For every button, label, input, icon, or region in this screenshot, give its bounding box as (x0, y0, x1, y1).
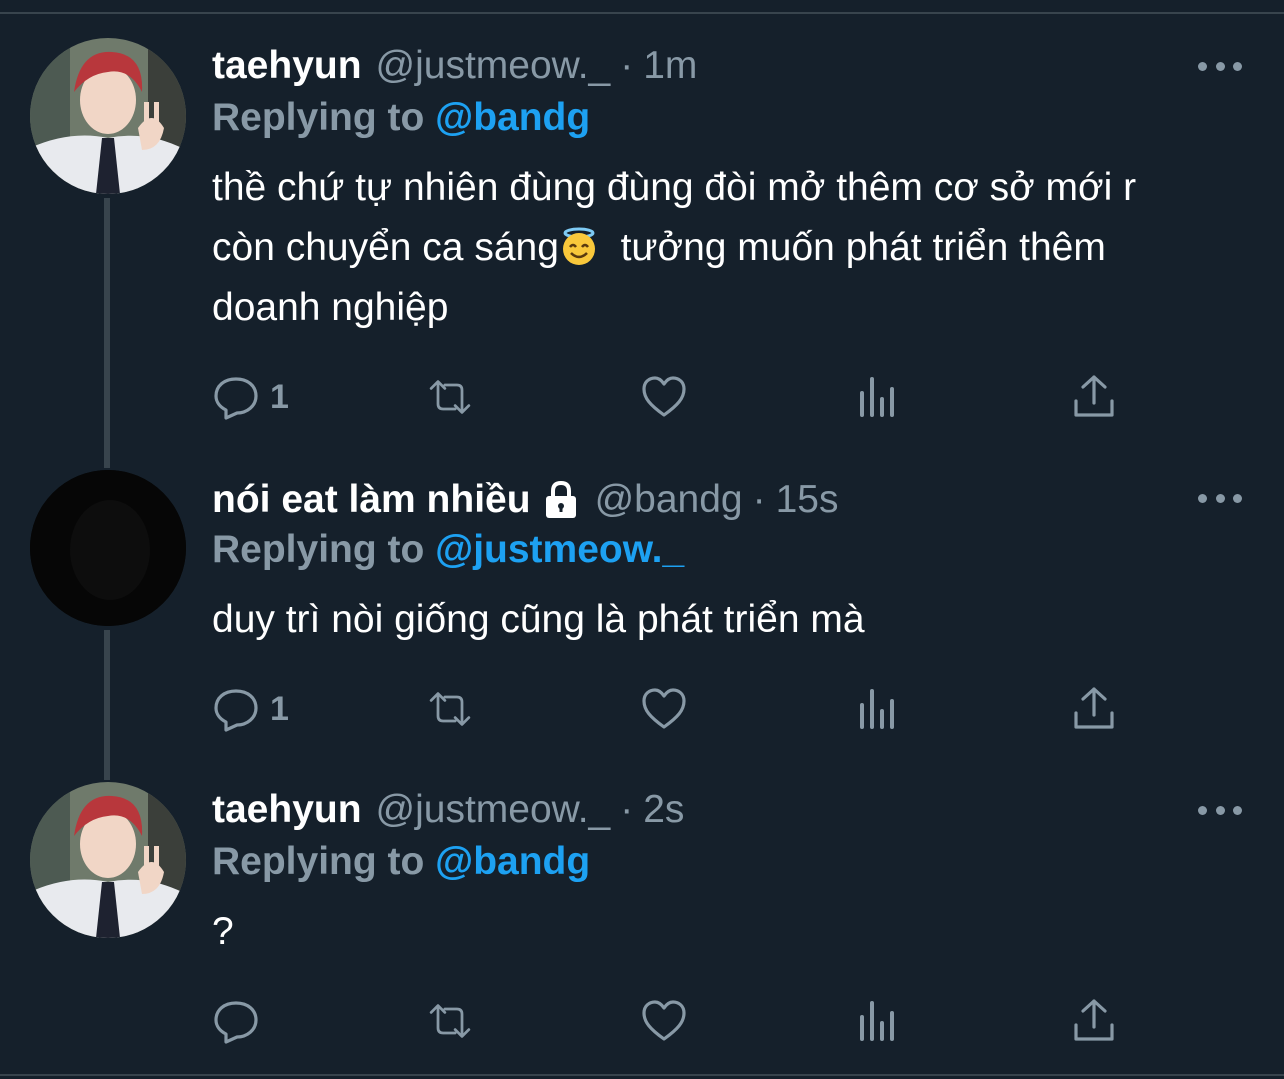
retweet-icon (429, 692, 471, 726)
smiling-face-with-halo-icon (562, 227, 595, 265)
tweet-text: ? (212, 910, 234, 953)
display-name[interactable]: nói eat làm nhiều (212, 478, 531, 522)
tweet-actions (212, 996, 1132, 1046)
reply-button[interactable]: 1 (212, 372, 289, 422)
retweet-button[interactable] (426, 372, 474, 422)
retweet-button[interactable] (426, 684, 474, 734)
user-handle[interactable]: @justmeow._ (376, 788, 611, 832)
mention-link[interactable]: @justmeow._ (435, 528, 684, 571)
bottom-divider (0, 1074, 1284, 1076)
more-options-icon[interactable] (1198, 803, 1242, 817)
replying-to: Replying to @bandg (212, 96, 590, 140)
reply-count: 1 (270, 377, 289, 416)
share-button[interactable] (1070, 372, 1118, 422)
analytics-button[interactable] (854, 372, 902, 422)
share-button[interactable] (1070, 684, 1118, 734)
share-button[interactable] (1070, 996, 1118, 1046)
tweet-header: nói eat làm nhiều @bandg · 15s (212, 474, 839, 526)
timestamp[interactable]: 15s (776, 478, 839, 522)
heart-icon (642, 376, 686, 417)
tweet-text: thề chứ tự nhiên đùng đùng đòi mở thêm c… (212, 158, 1182, 338)
tweet-actions: 1 (212, 684, 1132, 734)
timestamp[interactable]: 1m (643, 44, 697, 88)
retweet-button[interactable] (426, 996, 474, 1046)
heart-icon (642, 688, 686, 729)
tweet-actions: 1 (212, 372, 1132, 422)
analytics-icon (860, 1001, 894, 1041)
like-button[interactable] (640, 996, 688, 1046)
top-divider (0, 12, 1284, 14)
tweet-header: taehyun @justmeow._ · 2s (212, 784, 684, 836)
lock-icon (545, 480, 576, 518)
avatar-bandg[interactable] (30, 470, 186, 626)
analytics-icon (860, 689, 894, 729)
analytics-button[interactable] (854, 684, 902, 734)
reply-icon (214, 377, 258, 420)
avatar-taehyun[interactable] (30, 782, 186, 938)
replying-to: Replying to @justmeow._ (212, 528, 684, 572)
share-icon (1074, 999, 1114, 1041)
share-icon (1074, 687, 1114, 729)
reply-icon (214, 689, 258, 732)
display-name[interactable]: taehyun (212, 788, 362, 832)
replying-to-label: Replying to (212, 528, 436, 571)
thread-line (104, 198, 110, 468)
mention-link[interactable]: @bandg (435, 96, 590, 139)
display-name[interactable]: taehyun (212, 44, 362, 88)
retweet-icon (429, 1004, 471, 1038)
mention-link[interactable]: @bandg (435, 840, 590, 883)
separator-dot: · (620, 788, 634, 831)
analytics-button[interactable] (854, 996, 902, 1046)
reply-count: 1 (270, 689, 289, 728)
user-handle[interactable]: @justmeow._ (376, 44, 611, 88)
analytics-icon (860, 377, 894, 417)
timestamp[interactable]: 2s (643, 788, 684, 832)
separator-dot: · (752, 478, 766, 521)
share-icon (1074, 375, 1114, 417)
retweet-icon (429, 380, 471, 414)
reply-button[interactable]: 1 (212, 684, 289, 734)
reply-icon (214, 1001, 258, 1044)
replying-to-label: Replying to (212, 840, 436, 883)
replying-to: Replying to @bandg (212, 840, 590, 884)
thread-line (104, 630, 110, 780)
reply-button[interactable] (212, 996, 270, 1046)
more-options-icon[interactable] (1198, 59, 1242, 73)
heart-icon (642, 1000, 686, 1041)
like-button[interactable] (640, 372, 688, 422)
replying-to-label: Replying to (212, 96, 436, 139)
like-button[interactable] (640, 684, 688, 734)
avatar-taehyun[interactable] (30, 38, 186, 194)
tweet-text: duy trì nòi giống cũng là phát triển mà (212, 598, 865, 641)
tweet-header: taehyun @justmeow._ · 1m (212, 40, 697, 92)
separator-dot: · (620, 44, 634, 87)
more-options-icon[interactable] (1198, 491, 1242, 505)
user-handle[interactable]: @bandg (595, 478, 743, 522)
